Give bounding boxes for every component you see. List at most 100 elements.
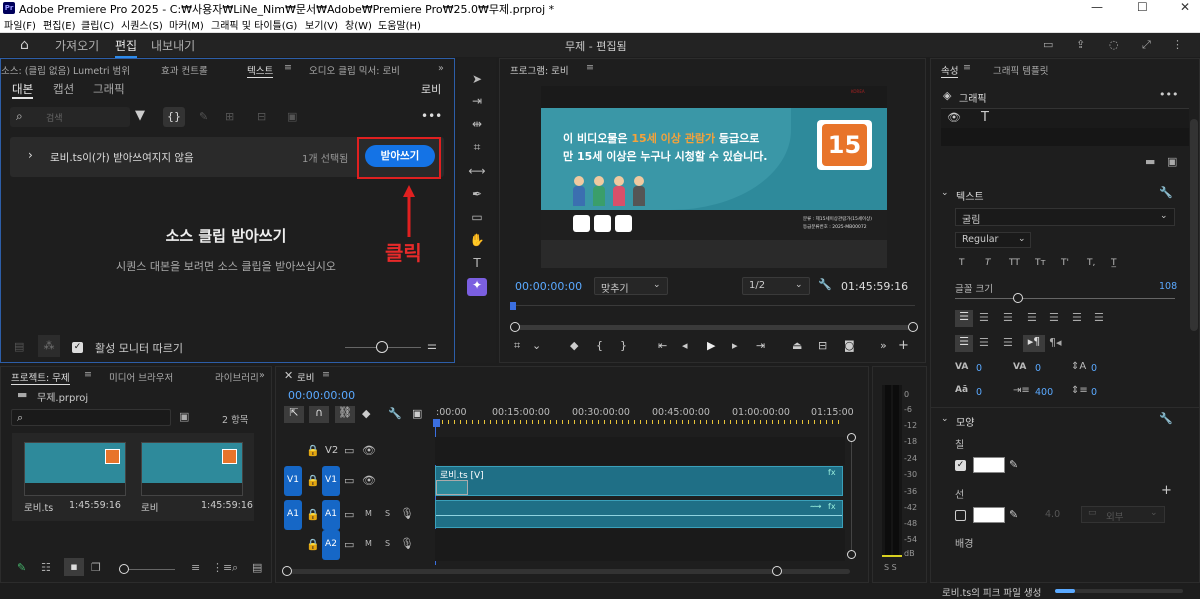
fit-dropdown[interactable]: 맞추기 ⌄ — [594, 277, 668, 295]
properties-menu-icon[interactable]: ≡ — [963, 62, 971, 73]
layer-row[interactable]: 👁 T — [941, 108, 1189, 128]
thumbnail-size-handle[interactable] — [119, 564, 129, 574]
track-lane-a2[interactable] — [435, 529, 845, 561]
rectangle-tool-icon[interactable]: ▭ — [467, 210, 487, 228]
font-dropdown[interactable]: 굴림 ⌄ — [955, 208, 1175, 226]
font-size-value[interactable]: 108 — [1159, 281, 1177, 292]
timeline-timecode[interactable]: 00:00:00:00 — [288, 389, 355, 402]
timeline-menu-icon[interactable]: ≡ — [322, 369, 330, 380]
hscroll-handle-right[interactable] — [772, 566, 782, 576]
wrench-icon[interactable]: 🔧 — [818, 278, 832, 292]
zoom-scrollbar[interactable] — [514, 325, 912, 330]
justify-center-icon[interactable]: ☰ — [1049, 311, 1059, 325]
lock-icon[interactable]: 🔒 — [306, 538, 320, 552]
stroke-position-dropdown[interactable]: ▭ 외부 ⌄ — [1081, 506, 1165, 523]
lock-icon[interactable]: 🔒 — [306, 474, 320, 488]
faux-bold-button[interactable]: T — [959, 258, 965, 268]
align-center-icon[interactable]: ☰ — [979, 311, 989, 325]
program-timecode[interactable]: 00:00:00:00 — [515, 280, 582, 293]
playhead-ruler[interactable] — [510, 305, 915, 306]
menu-help[interactable]: 도움말(H) — [378, 17, 421, 32]
lift-icon[interactable]: ⏏ — [792, 339, 802, 353]
menu-marker[interactable]: 마커(M) — [169, 17, 204, 32]
split-icon[interactable]: ⊟ — [257, 110, 266, 124]
wrench-icon[interactable]: 🔧 — [1159, 186, 1173, 200]
fullscreen-icon[interactable]: ⤢ — [1142, 38, 1151, 52]
play-icon[interactable]: ▶ — [707, 339, 715, 353]
menu-sequence[interactable]: 시퀀스(S) — [121, 17, 163, 32]
playhead-head[interactable] — [433, 419, 440, 427]
panel-overflow-icon[interactable]: » — [259, 370, 265, 381]
thumbnail-size-slider[interactable] — [129, 569, 175, 570]
more-options-icon[interactable]: ••• — [421, 109, 442, 123]
faux-italic-button[interactable]: T — [985, 258, 991, 268]
rtl-direction-icon[interactable]: ¶◂ — [1049, 336, 1062, 350]
track-target-v1[interactable]: V1 — [322, 466, 340, 496]
add-marker-icon[interactable]: ◆ — [570, 339, 578, 353]
source-patch-a1[interactable]: A1 — [284, 500, 302, 530]
tab-project[interactable]: 프로젝트: 무제 — [11, 370, 70, 385]
underline-button[interactable]: T̲ — [1111, 258, 1117, 268]
fill-checkbox[interactable]: ✓ — [955, 460, 966, 471]
subtab-transcript[interactable]: 대본 — [12, 81, 34, 99]
audio-clip[interactable]: ⟿ fx — [435, 500, 843, 528]
tracking-value[interactable]: 0 — [1035, 363, 1041, 374]
tsume-value[interactable]: 0 — [1091, 387, 1097, 398]
tab-lumetri[interactable]: Lumetri 범위 — [73, 63, 130, 77]
caption-icon[interactable]: ▣ — [287, 110, 297, 124]
microphone-icon[interactable]: 🎙 — [400, 537, 414, 551]
menu-window[interactable]: 창(W) — [345, 17, 372, 32]
vertical-scrollbar[interactable] — [851, 442, 852, 550]
search-bin-icon[interactable]: ⌕ — [232, 561, 238, 575]
font-style-dropdown[interactable]: Regular ⌄ — [955, 232, 1031, 248]
search-box[interactable]: ⌕ 검색 — [10, 107, 130, 127]
folder-icon[interactable]: ▬ — [1145, 155, 1155, 169]
linked-selection-icon[interactable]: ⛓ — [335, 406, 355, 423]
menu-view[interactable]: 보기(V) — [305, 17, 338, 32]
tab-media-browser[interactable]: 미디어 브라우저 — [109, 370, 173, 384]
project-item[interactable]: 로비 1:45:59:16 — [132, 433, 254, 521]
icon-view-icon[interactable]: ▪ — [64, 558, 84, 576]
overflow-icon[interactable]: » — [880, 339, 887, 353]
menu-graphics[interactable]: 그래픽 및 타이틀(G) — [211, 17, 297, 32]
justify-all-icon[interactable]: ☰ — [1094, 311, 1104, 325]
mute-button[interactable]: M — [365, 509, 372, 518]
hscroll-handle-left[interactable] — [282, 566, 292, 576]
track-target-a1[interactable]: A1 — [322, 500, 340, 530]
nest-icon[interactable]: ⇱ — [284, 406, 304, 423]
project-search-input[interactable]: ⌕ — [11, 409, 171, 426]
expand-chevron-icon[interactable]: › — [28, 148, 33, 162]
scrollbar-handle-right[interactable] — [908, 322, 918, 332]
automate-icon[interactable]: ⋮≡ — [212, 561, 232, 575]
minimize-button[interactable]: — — [1091, 0, 1103, 14]
ripple-edit-tool-icon[interactable]: ⇹ — [467, 117, 487, 135]
settings-sliders-icon[interactable]: ⚌ — [427, 339, 437, 353]
mark-out-icon[interactable]: } — [620, 339, 627, 353]
pen-tool-icon[interactable]: ✒ — [467, 187, 487, 205]
baseline-value[interactable]: 0 — [976, 387, 982, 398]
snap-icon[interactable]: ∩ — [309, 406, 329, 423]
mute-button[interactable]: M — [365, 539, 372, 548]
properties-scrollbar[interactable] — [1190, 119, 1198, 331]
resolution-dropdown[interactable]: 1/2 ⌄ — [742, 277, 810, 295]
sync-icon[interactable]: ⁂ — [38, 335, 60, 357]
align-middle-icon[interactable]: ☰ — [979, 336, 989, 350]
step-forward-icon[interactable]: ▸ — [732, 339, 738, 353]
tab-import[interactable]: 가져오기 — [55, 37, 99, 54]
generative-tool-icon[interactable]: ✦ — [467, 278, 487, 296]
follow-monitor-checkbox[interactable]: ✓ — [72, 342, 83, 353]
new-layer-icon[interactable]: ▣ — [1167, 155, 1177, 169]
align-right-icon[interactable]: ☰ — [1003, 311, 1013, 325]
solo-button[interactable]: S — [385, 509, 390, 518]
new-item-icon[interactable]: ▤ — [252, 561, 262, 575]
close-sequence-icon[interactable]: ✕ — [284, 369, 293, 382]
wrench-icon[interactable]: 🔧 — [1159, 412, 1173, 426]
menu-clip[interactable]: 클립(C) — [81, 17, 114, 32]
tab-export[interactable]: 내보내기 — [151, 37, 195, 54]
extract-icon[interactable]: ⊟ — [818, 339, 827, 353]
justify-left-icon[interactable]: ☰ — [1027, 311, 1037, 325]
captions-icon[interactable]: ▣ — [412, 407, 422, 421]
vscroll-handle-bottom[interactable] — [847, 550, 856, 559]
pencil-icon[interactable]: ✎ — [17, 561, 26, 575]
go-to-in-icon[interactable]: ⇤ — [658, 339, 667, 353]
